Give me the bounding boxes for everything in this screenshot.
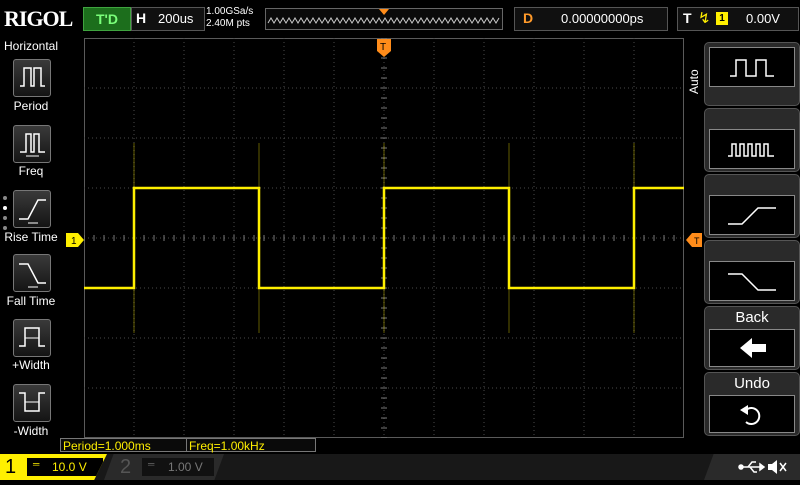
timebase-value: 200us	[158, 11, 194, 26]
ch2-scale: 1.00 V	[168, 460, 203, 474]
trigger-time-marker[interactable]: T	[377, 39, 391, 57]
delay-value: 0.00000000ps	[561, 11, 644, 26]
svg-text:T: T	[380, 42, 386, 53]
page-indicator-dot	[3, 206, 7, 210]
rising-edge-shape-icon	[728, 207, 776, 225]
ch1-scale: 10.0 V	[52, 460, 87, 474]
undo-arrow-button[interactable]	[709, 395, 795, 433]
ch1-status-tab[interactable]: 1 ═ 10.0 V	[0, 454, 107, 480]
period-measurement[interactable]: Period=1.000ms	[60, 438, 187, 453]
undo-button[interactable]: Undo	[704, 372, 800, 436]
freq-button[interactable]	[13, 125, 51, 163]
memory-overview-bar[interactable]	[265, 8, 503, 30]
trigger-source-badge: 1	[716, 12, 728, 25]
measurement-menu: Horizontal Period Freq Rise Time Fall Ti…	[0, 38, 62, 438]
delay-box[interactable]: D 0.00000000ps	[514, 7, 668, 31]
system-status-tab	[704, 454, 800, 480]
undo-label: Undo	[734, 375, 770, 392]
rise-time-icon	[19, 199, 46, 224]
dc-coupling-icon: ═	[148, 459, 155, 469]
page-indicator-dot	[3, 196, 7, 200]
back-button[interactable]: Back	[704, 306, 800, 370]
multi-period-button[interactable]	[709, 129, 795, 169]
page-indicator-dot	[3, 226, 7, 230]
svg-text:T: T	[694, 236, 700, 246]
multi-period-icon	[728, 143, 774, 157]
falling-edge-shape-icon	[728, 273, 776, 291]
square-wave-button[interactable]	[709, 47, 795, 87]
negative-width-icon	[19, 392, 45, 412]
negative-width-label: -Width	[13, 424, 49, 438]
ch2-status-tab[interactable]: 2 ═ 1.00 V	[104, 454, 224, 480]
trigger-level-value: 0.00V	[746, 11, 780, 26]
back-label: Back	[735, 309, 769, 326]
trigger-level-marker[interactable]: T	[686, 233, 702, 247]
rise-time-button[interactable]	[13, 190, 51, 228]
period-button[interactable]	[13, 59, 51, 97]
rise-time-label: Rise Time	[4, 230, 58, 244]
horizontal-label: H	[136, 10, 147, 26]
back-arrow-icon	[740, 338, 766, 358]
negative-width-button[interactable]	[13, 384, 51, 422]
square-wave-icon	[730, 59, 774, 77]
acquisition-info: 1.00GSa/s 2.40M pts	[206, 6, 266, 30]
measurement-results: Period=1.000ms Freq=1.00kHz	[60, 438, 316, 453]
waveform-display[interactable]	[84, 38, 684, 438]
auto-option-fall-button[interactable]	[704, 240, 800, 304]
brand-logo: RIGOL	[4, 6, 73, 31]
positive-width-icon	[19, 327, 45, 347]
falling-edge-button[interactable]	[709, 261, 795, 301]
trigger-status-badge: T'D	[83, 7, 131, 31]
timebase-box[interactable]: H 200us	[131, 7, 205, 31]
usb-icon	[738, 461, 766, 473]
auto-option-square-button[interactable]	[704, 42, 800, 106]
ch2-number: 2	[120, 456, 132, 478]
memory-depth: 2.40M pts	[206, 18, 250, 29]
ch1-offset-marker[interactable]: 1	[66, 233, 84, 247]
rising-edge-icon: ↯	[698, 10, 711, 27]
freq-icon	[20, 133, 45, 157]
sample-rate: 1.00GSa/s	[206, 6, 254, 17]
svg-text:1: 1	[71, 236, 77, 247]
auto-option-rise-button[interactable]	[704, 174, 800, 238]
back-arrow-button[interactable]	[709, 329, 795, 367]
fall-time-icon	[19, 263, 46, 288]
period-icon	[20, 67, 45, 87]
status-icons	[738, 460, 787, 474]
undo-icon	[740, 405, 761, 425]
menu-title: Horizontal	[3, 39, 59, 53]
period-label: Period	[13, 99, 49, 113]
trigger-label: T	[683, 10, 692, 26]
fall-time-button[interactable]	[13, 254, 51, 292]
freq-measurement[interactable]: Freq=1.00kHz	[186, 438, 316, 453]
rising-edge-button[interactable]	[709, 195, 795, 235]
positive-width-button[interactable]	[13, 319, 51, 357]
auto-option-multi-button[interactable]	[704, 108, 800, 172]
page-indicator-dot	[3, 216, 7, 220]
speaker-mute-icon	[768, 460, 787, 474]
fall-time-label: Fall Time	[6, 294, 56, 308]
delay-label: D	[523, 10, 534, 26]
memory-waveform-preview	[266, 9, 502, 29]
ch1-number: 1	[5, 456, 17, 478]
positive-width-label: +Width	[12, 358, 50, 372]
trigger-box[interactable]: T ↯ 1 0.00V	[677, 7, 799, 31]
dc-coupling-icon: ═	[33, 459, 40, 469]
freq-label: Freq	[18, 164, 44, 178]
